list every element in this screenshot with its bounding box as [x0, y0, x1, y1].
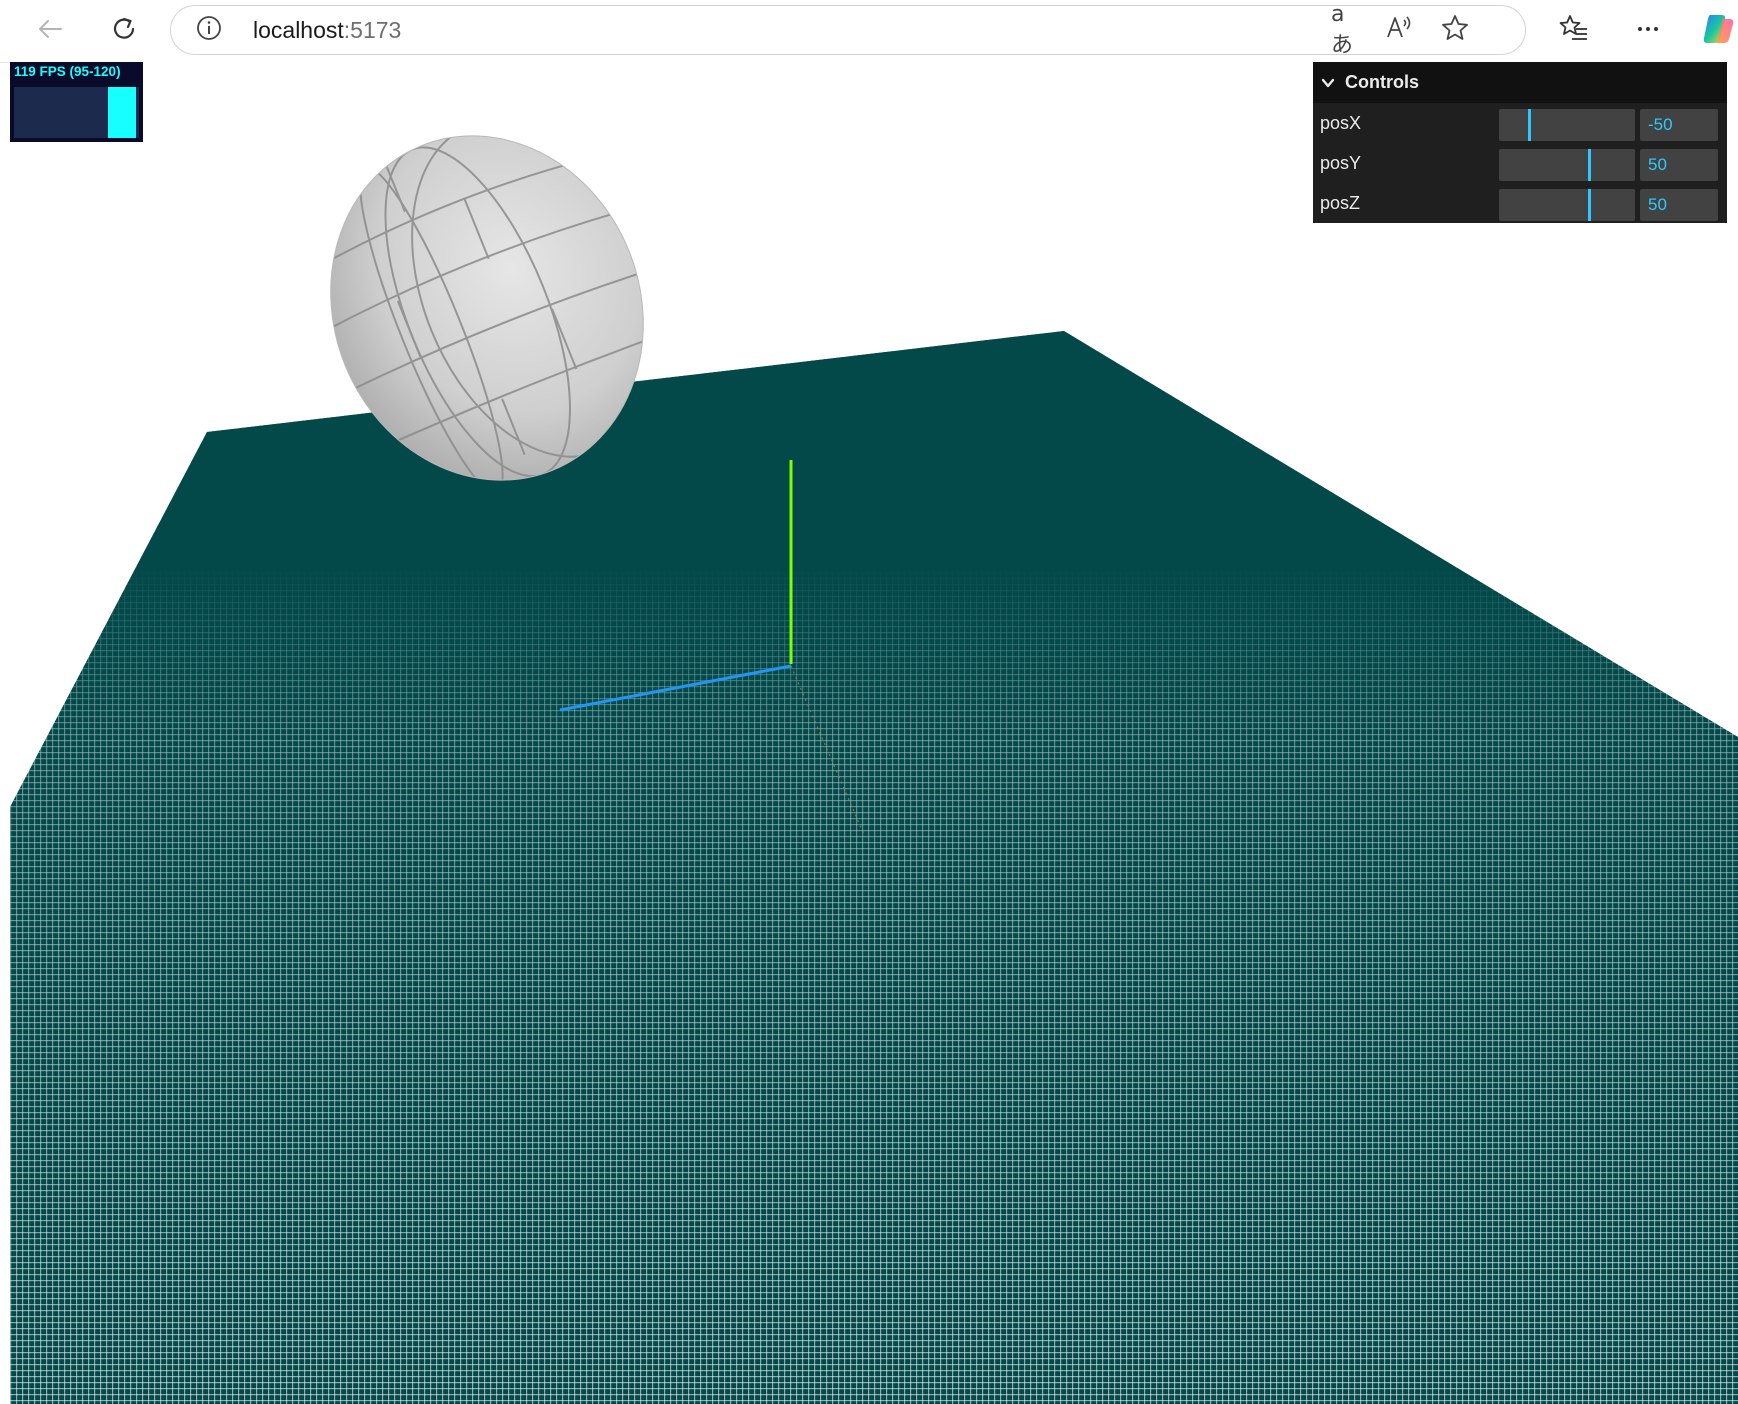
webgl-canvas[interactable]: 119 FPS (95-120) Controls posX -50 posY … [10, 62, 1738, 1404]
back-arrow-icon [35, 14, 65, 49]
fps-text: 119 FPS (95-120) [14, 64, 121, 79]
browser-toolbar: localhost:5173 aあ [0, 0, 1738, 63]
slider-thumb[interactable] [1528, 109, 1531, 141]
control-row-posx: posX [1313, 103, 1727, 143]
scene-render [10, 120, 1738, 1404]
add-favorite-button[interactable] [1439, 14, 1471, 46]
reload-button[interactable] [102, 9, 146, 53]
control-row-posz: posZ [1313, 183, 1727, 223]
favorites-button[interactable] [1552, 9, 1596, 53]
back-button[interactable] [28, 9, 72, 53]
control-label: posX [1320, 113, 1362, 133]
copilot-icon [1700, 11, 1736, 52]
url-port: :5173 [343, 17, 402, 43]
translate-button[interactable]: aあ [1331, 2, 1363, 58]
read-aloud-icon [1384, 12, 1414, 48]
control-label: posY [1320, 153, 1362, 173]
posz-input[interactable] [1640, 189, 1718, 221]
chevron-down-icon [1319, 74, 1337, 92]
copilot-button[interactable] [1696, 9, 1738, 53]
browser-window: localhost:5173 aあ 119 FPS (95-120) Contr… [0, 0, 1738, 1404]
ground-plane-far [10, 331, 1738, 1404]
reload-icon [109, 14, 139, 49]
read-aloud-button[interactable] [1383, 14, 1415, 46]
favorites-list-icon [1558, 13, 1590, 50]
posy-slider[interactable] [1499, 149, 1635, 181]
url-text[interactable]: localhost:5173 [253, 17, 401, 44]
posz-slider[interactable] [1499, 189, 1635, 221]
more-icon [1633, 14, 1663, 49]
url-host: localhost [253, 17, 344, 43]
posx-slider[interactable] [1499, 109, 1635, 141]
fps-graph [14, 87, 139, 138]
controls-panel: Controls posX posY posZ [1313, 62, 1727, 223]
more-button[interactable] [1626, 9, 1670, 53]
star-icon [1440, 13, 1470, 47]
site-info-button[interactable] [195, 14, 223, 47]
posx-input[interactable] [1640, 109, 1718, 141]
control-row-posy: posY [1313, 143, 1727, 183]
address-bar[interactable]: localhost:5173 aあ [170, 2, 1526, 58]
posy-input[interactable] [1640, 149, 1718, 181]
slider-thumb[interactable] [1588, 189, 1591, 221]
controls-title: Controls [1345, 72, 1419, 92]
fps-stats-panel[interactable]: 119 FPS (95-120) [10, 62, 143, 142]
translate-icon: aあ [1331, 1, 1354, 58]
fps-bar [108, 87, 136, 138]
controls-title-bar[interactable]: Controls [1313, 62, 1727, 103]
control-label: posZ [1320, 193, 1361, 213]
info-icon [195, 14, 223, 47]
slider-thumb[interactable] [1588, 149, 1591, 181]
